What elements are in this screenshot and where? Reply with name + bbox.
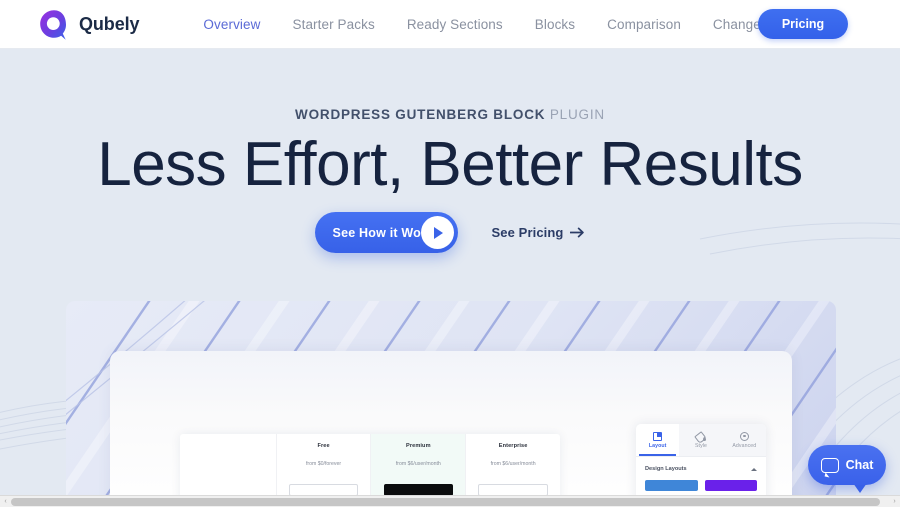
tab-label: Advanced [732, 442, 757, 449]
qubely-q-logo-icon [38, 8, 70, 40]
horizontal-scrollbar[interactable]: ‹ › [0, 495, 900, 507]
hero-section: WORDPRESS GUTENBERG BLOCK PLUGIN Less Ef… [0, 49, 900, 497]
pricing-column-features [180, 434, 277, 497]
nav-item-overview[interactable]: Overview [187, 17, 276, 32]
plan-price: from $0/forever [305, 461, 342, 467]
hero-headline: Less Effort, Better Results [97, 130, 803, 199]
plan-name: Enterprise [498, 443, 528, 449]
speech-bubble-icon [820, 457, 839, 473]
tab-label: Layout [648, 442, 667, 449]
hero-eyebrow-bold: WORDPRESS GUTENBERG BLOCK [295, 107, 546, 122]
play-icon [420, 216, 454, 249]
layout-swatch-blue[interactable] [645, 480, 698, 491]
site-header: Qubely Overview Starter Packs Ready Sect… [0, 0, 900, 49]
arrow-right-icon [570, 227, 585, 238]
hero-eyebrow: WORDPRESS GUTENBERG BLOCK PLUGIN [0, 107, 900, 122]
tab-layout[interactable]: Layout [636, 424, 680, 456]
chat-label: Chat [845, 458, 874, 472]
scroll-right-arrow[interactable]: › [889, 496, 900, 507]
plan-price: from $6/user/month [395, 461, 441, 467]
layout-swatch-purple[interactable] [704, 480, 757, 491]
plan-name: Premium [406, 443, 431, 449]
page-root: Qubely Overview Starter Packs Ready Sect… [0, 0, 900, 507]
nav-item-ready-sections[interactable]: Ready Sections [391, 17, 519, 32]
scrollbar-track[interactable] [11, 496, 889, 507]
plan-price: from $6/user/month [490, 461, 536, 467]
settings-body: Design Layouts [636, 457, 766, 491]
gear-icon [739, 431, 749, 441]
product-showcase-banner: Free from $0/forever Premium from $6/use… [66, 301, 836, 497]
block-settings-panel: Layout Style Advanced Design Layouts [636, 424, 766, 497]
brand-name: Qubely [79, 13, 140, 34]
tab-style[interactable]: Style [679, 424, 722, 456]
pricing-column-enterprise[interactable]: Enterprise from $6/user/month [466, 434, 560, 497]
hero-cta-row: See How it Works See Pricing [0, 212, 900, 253]
layout-icon [653, 431, 663, 441]
design-layouts-label: Design Layouts [645, 466, 687, 472]
chat-widget-button[interactable]: Chat [808, 445, 886, 485]
tab-label: Style [694, 442, 708, 449]
scrollbar-thumb[interactable] [11, 497, 881, 506]
main-nav: Overview Starter Packs Ready Sections Bl… [187, 17, 795, 32]
pricing-column-free[interactable]: Free from $0/forever [277, 434, 372, 497]
chevron-up-icon[interactable] [751, 467, 757, 471]
settings-tabs: Layout Style Advanced [636, 424, 766, 457]
see-how-it-works-button[interactable]: See How it Works [314, 212, 458, 253]
nav-item-blocks[interactable]: Blocks [519, 17, 591, 32]
pricing-button[interactable]: Pricing [758, 9, 848, 39]
plan-name: Free [317, 443, 330, 449]
paint-bucket-icon [696, 432, 706, 441]
layout-swatches [645, 480, 757, 491]
nav-item-starter-packs[interactable]: Starter Packs [276, 17, 390, 32]
tab-advanced[interactable]: Advanced [723, 424, 766, 456]
scroll-left-arrow[interactable]: ‹ [0, 496, 11, 507]
pricing-column-premium[interactable]: Premium from $6/user/month [371, 434, 467, 497]
see-pricing-label: See Pricing [491, 225, 564, 240]
pricing-table: Free from $0/forever Premium from $6/use… [180, 434, 560, 497]
app-screenshot-card: Free from $0/forever Premium from $6/use… [110, 351, 792, 497]
see-pricing-link[interactable]: See Pricing [492, 225, 586, 240]
brand[interactable]: Qubely [38, 8, 140, 40]
hero-eyebrow-light: PLUGIN [545, 107, 605, 122]
design-layouts-row[interactable]: Design Layouts [645, 466, 757, 472]
nav-item-comparison[interactable]: Comparison [591, 17, 697, 32]
